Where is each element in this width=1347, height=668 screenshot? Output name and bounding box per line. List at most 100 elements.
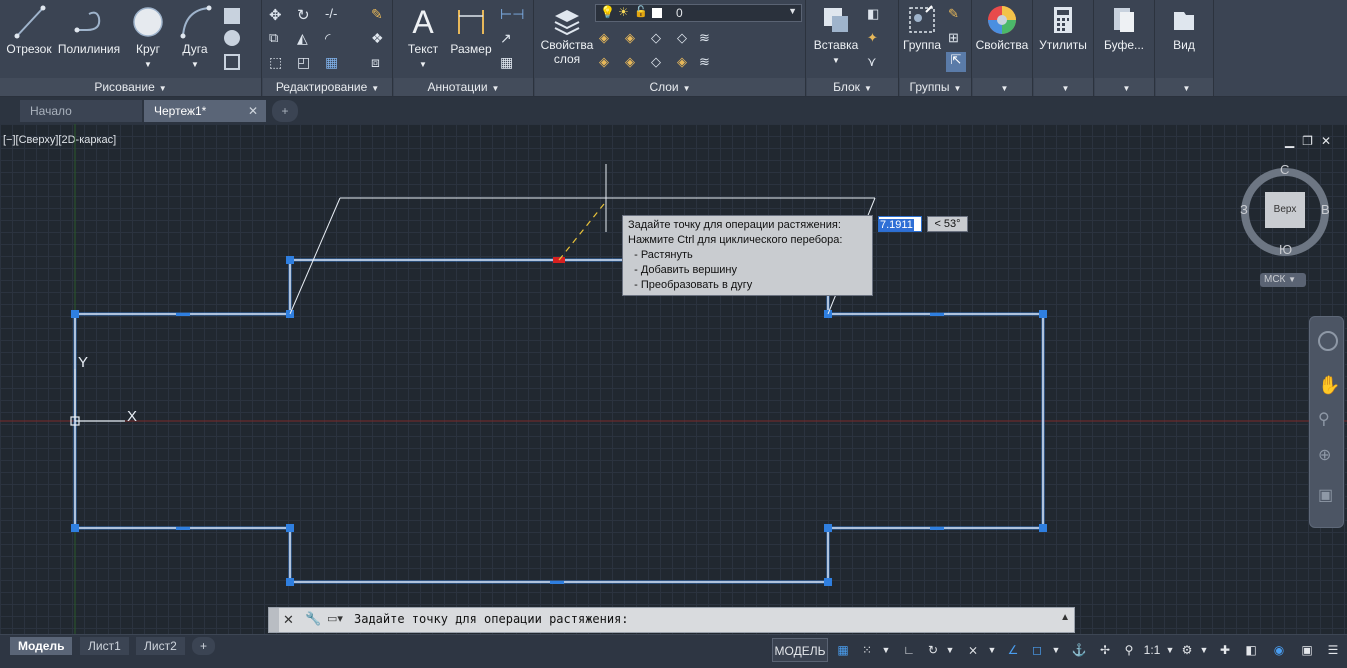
pan-icon[interactable]: ✋ bbox=[1318, 375, 1340, 396]
edit-block-icon[interactable]: ✦ bbox=[867, 30, 883, 46]
offset-icon[interactable]: ⧈ bbox=[371, 54, 387, 70]
tab-drawing1[interactable]: Чертеж1* ✕ bbox=[144, 100, 266, 122]
isodraft-icon[interactable]: ⨯ bbox=[962, 638, 984, 662]
panel-title-utilities[interactable]: ▼ bbox=[1034, 78, 1093, 96]
object-snap-tracking-icon[interactable]: ∠ bbox=[1002, 638, 1024, 662]
compass-east[interactable]: В bbox=[1321, 202, 1330, 217]
leader-icon[interactable]: ↗ bbox=[500, 30, 516, 46]
group-button[interactable]: Группа bbox=[900, 4, 944, 52]
text-button[interactable]: A Текст ▼ bbox=[402, 4, 444, 70]
erase-icon[interactable]: ✎ bbox=[371, 6, 387, 22]
viewcube[interactable]: Верх С Ю З В МСК ▼ bbox=[1240, 160, 1330, 290]
chevron-down-icon[interactable]: ▼ bbox=[1164, 638, 1176, 662]
command-line[interactable]: ✕ 🔧 ▭▾ Задайте точку для операции растяж… bbox=[268, 607, 1075, 633]
panel-title-draw[interactable]: Рисование ▼ bbox=[0, 78, 261, 96]
chevron-down-icon[interactable]: ▼ bbox=[1198, 638, 1210, 662]
clean-screen-icon[interactable]: ▣ bbox=[1296, 638, 1318, 662]
tab-start[interactable]: Начало bbox=[20, 100, 142, 122]
table-icon[interactable]: ▦ bbox=[500, 54, 516, 70]
ortho-icon[interactable]: ∟ bbox=[898, 638, 920, 662]
panel-title-view[interactable]: ▼ bbox=[1156, 78, 1213, 96]
tab-layout2[interactable]: Лист2 bbox=[136, 637, 185, 655]
arc-button[interactable]: Дуга ▼ bbox=[174, 4, 216, 70]
drawing-canvas[interactable]: Y X bbox=[0, 124, 1347, 634]
tab-layout1[interactable]: Лист1 bbox=[80, 637, 129, 655]
insert-button[interactable]: Вставка ▼ bbox=[811, 4, 861, 66]
utilities-button[interactable]: Утилиты bbox=[1034, 4, 1092, 52]
close-icon[interactable]: ✕ bbox=[248, 100, 258, 122]
hatch-icon[interactable] bbox=[224, 30, 240, 46]
hardware-acceleration-icon[interactable]: ◉ bbox=[1268, 638, 1290, 662]
mirror-icon[interactable]: ◭ bbox=[297, 30, 313, 46]
orbit-icon[interactable]: ⊕ bbox=[1318, 445, 1331, 465]
command-prompt-icon[interactable]: ▭▾ bbox=[327, 612, 343, 625]
scale-value[interactable]: 1:1 bbox=[1140, 638, 1164, 662]
create-block-icon[interactable]: ◧ bbox=[867, 6, 883, 22]
viewcube-face-top[interactable]: Верх bbox=[1265, 192, 1305, 228]
chevron-down-icon[interactable]: ▼ bbox=[832, 56, 840, 65]
panel-title-groups[interactable]: Группы ▼ bbox=[900, 78, 971, 96]
panel-title-modify[interactable]: Редактирование ▼ bbox=[263, 78, 392, 96]
chevron-down-icon[interactable]: ▼ bbox=[1050, 638, 1062, 662]
group-edit-icon[interactable]: ⊞ bbox=[948, 30, 964, 46]
rotate-icon[interactable]: ↻ bbox=[297, 6, 313, 24]
ucs-menu[interactable]: МСК ▼ bbox=[1260, 273, 1306, 287]
chevron-down-icon[interactable]: ▼ bbox=[144, 60, 152, 69]
boundary-icon[interactable] bbox=[224, 54, 240, 70]
annotation-scale-icon[interactable]: ⚲ bbox=[1118, 638, 1140, 662]
properties-button[interactable]: Свойства bbox=[973, 4, 1031, 52]
chevron-down-icon[interactable]: ▼ bbox=[191, 60, 199, 69]
copy-icon[interactable]: ⧉ bbox=[269, 30, 285, 46]
linear-dim-icon[interactable]: ⊢⊣ bbox=[500, 6, 524, 22]
explode-icon[interactable]: ❖ bbox=[371, 30, 387, 46]
fillet-icon[interactable]: ◜ bbox=[325, 30, 341, 46]
layer-tool-icon[interactable]: ◈ bbox=[677, 54, 693, 70]
chevron-down-icon[interactable]: ▼ bbox=[419, 60, 427, 69]
scale-icon[interactable]: ◰ bbox=[297, 54, 313, 70]
layer-tool-icon[interactable]: ◈ bbox=[599, 54, 615, 70]
gear-icon[interactable]: ⚙ bbox=[1176, 638, 1198, 662]
layer-tool-icon[interactable]: ◇ bbox=[651, 30, 667, 46]
clipboard-button[interactable]: Буфе... bbox=[1095, 4, 1153, 52]
drawing-viewport[interactable]: [−][Сверху][2D-каркас] ▁❐✕ Y X Верх С Ю … bbox=[0, 124, 1347, 634]
layer-tool-icon[interactable]: ◇ bbox=[677, 30, 693, 46]
panel-title-layers[interactable]: Слои ▼ bbox=[535, 78, 805, 96]
view-button[interactable]: Вид bbox=[1156, 4, 1212, 52]
add-layout-button[interactable]: + bbox=[192, 637, 216, 655]
auto-scale-icon[interactable]: ✢ bbox=[1094, 638, 1116, 662]
panel-title-properties[interactable]: ▼ bbox=[973, 78, 1032, 96]
chevron-down-icon[interactable]: ▼ bbox=[944, 638, 956, 662]
chevron-down-icon[interactable]: ▼ bbox=[880, 638, 892, 662]
panel-title-clipboard[interactable]: ▼ bbox=[1095, 78, 1154, 96]
compass-west[interactable]: З bbox=[1240, 202, 1248, 217]
stretch-icon[interactable]: ⬚ bbox=[269, 54, 285, 70]
compass-north[interactable]: С bbox=[1280, 162, 1289, 177]
panel-title-annotation[interactable]: Аннотации ▼ bbox=[394, 78, 533, 96]
annotation-visibility-icon[interactable]: ⚓ bbox=[1068, 638, 1090, 662]
plus-icon[interactable]: ✚ bbox=[1214, 638, 1236, 662]
layer-dropdown[interactable]: 💡 ☀ 🔓 0 ▼ bbox=[595, 4, 802, 22]
layer-properties-button[interactable]: Свойства слоя bbox=[539, 4, 595, 66]
circle-button[interactable]: Круг ▼ bbox=[126, 4, 170, 70]
compass-south[interactable]: Ю bbox=[1279, 242, 1292, 257]
layer-tool-icon[interactable]: ◈ bbox=[599, 30, 615, 46]
grid-icon[interactable]: ▦ bbox=[832, 638, 854, 662]
showmotion-icon[interactable]: ▣ bbox=[1318, 485, 1333, 505]
steering-wheel-icon[interactable] bbox=[1318, 331, 1338, 351]
grip-handle[interactable] bbox=[269, 608, 279, 632]
line-button[interactable]: Отрезок bbox=[4, 4, 54, 56]
object-snap-icon[interactable]: ◻ bbox=[1026, 638, 1048, 662]
customization-icon[interactable]: ☰ bbox=[1322, 638, 1344, 662]
polyline-button[interactable]: Полилиния bbox=[56, 4, 122, 56]
move-icon[interactable]: ✥ bbox=[269, 6, 285, 24]
rectangle-icon[interactable] bbox=[224, 8, 240, 24]
snap-icon[interactable]: ⁙ bbox=[856, 638, 878, 662]
isolate-objects-icon[interactable]: ◧ bbox=[1240, 638, 1262, 662]
layer-tool-icon[interactable]: ◈ bbox=[625, 30, 641, 46]
close-icon[interactable]: ✕ bbox=[283, 612, 294, 628]
wrench-icon[interactable]: 🔧 bbox=[305, 611, 321, 627]
new-tab-button[interactable]: + bbox=[272, 100, 298, 122]
dynamic-length-input[interactable]: 7.1911 bbox=[878, 216, 922, 232]
array-icon[interactable]: ▦ bbox=[325, 54, 341, 70]
dynamic-angle-field[interactable]: < 53° bbox=[927, 216, 968, 232]
